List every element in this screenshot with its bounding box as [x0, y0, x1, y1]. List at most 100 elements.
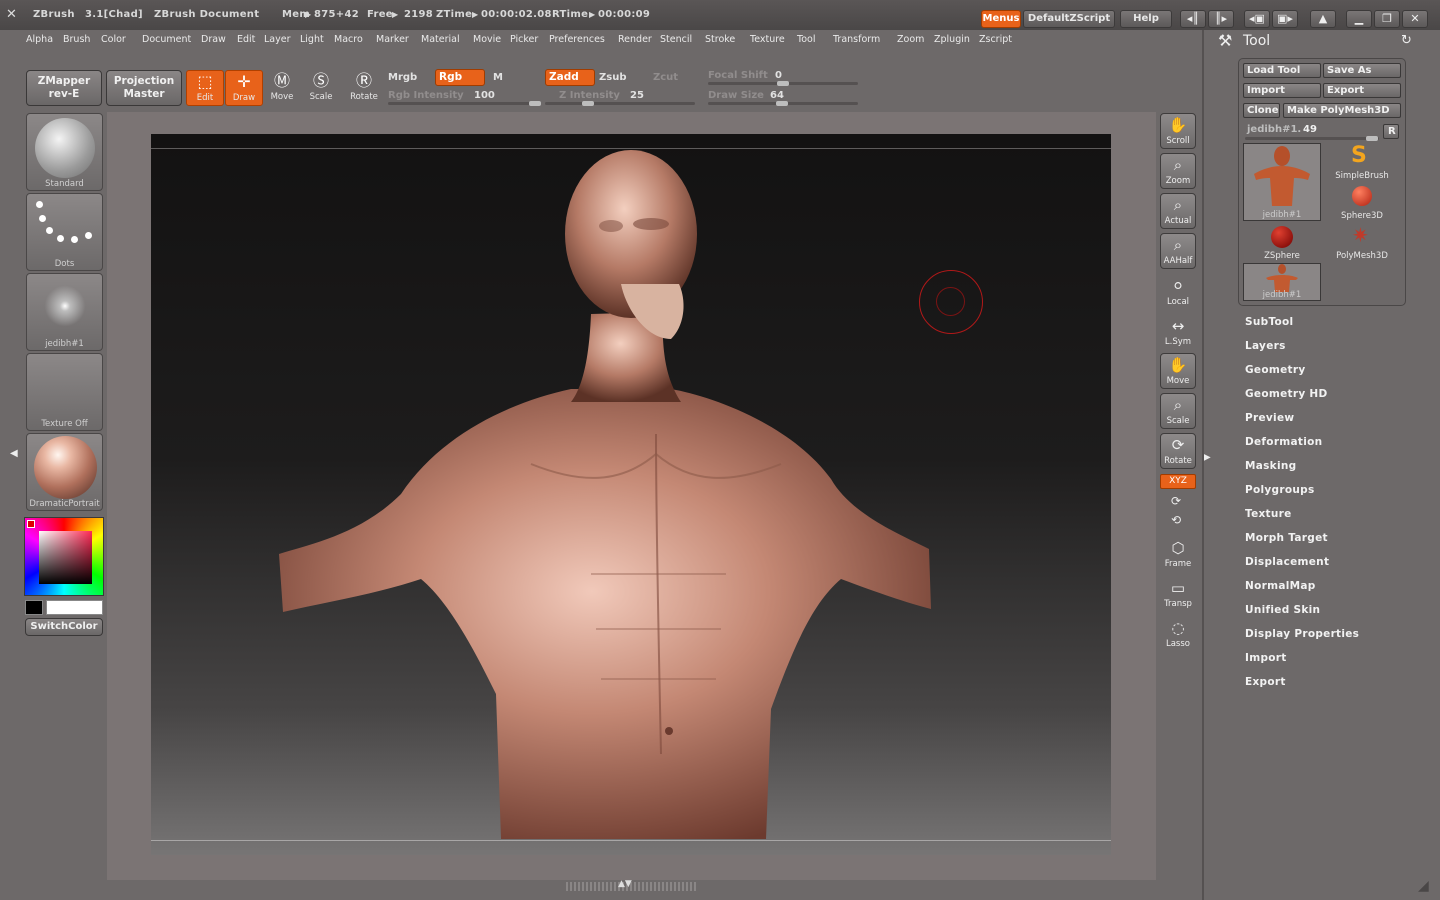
tool-thumb-polymesh3d[interactable]: ✷ PolyMesh3D — [1323, 223, 1401, 261]
subpalette-deformation[interactable]: Deformation — [1245, 436, 1322, 448]
material-slot[interactable]: DramaticPortrait — [26, 433, 103, 511]
scroll-button[interactable]: ✋ Scroll — [1160, 113, 1196, 149]
menu-zscript[interactable]: Zscript — [979, 34, 1012, 45]
subpalette-polygroups[interactable]: Polygroups — [1245, 484, 1315, 496]
menu-alpha[interactable]: Alpha — [26, 34, 53, 45]
menu-tool[interactable]: Tool — [797, 34, 815, 45]
menu-stencil[interactable]: Stencil — [660, 34, 692, 45]
rotate-view-button[interactable]: ⟳ Rotate — [1160, 433, 1196, 469]
palette-refresh-icon[interactable]: ↻ — [1401, 33, 1412, 48]
draw-size-knob[interactable] — [776, 101, 788, 106]
load-tool-button[interactable]: Load Tool — [1243, 63, 1321, 78]
rotate-z-icon[interactable]: ⟲ — [1171, 513, 1181, 527]
stroke-slot[interactable]: Dots — [26, 193, 103, 271]
frame-button[interactable]: ⬡ Frame — [1160, 537, 1196, 573]
tool-thumb-simplebrush[interactable]: S SimpleBrush — [1323, 143, 1401, 181]
menu-movie[interactable]: Movie — [473, 34, 501, 45]
tool-thumb-active[interactable]: jedibh#1 — [1243, 143, 1321, 221]
tool-slider[interactable] — [1245, 137, 1379, 140]
restore-icon[interactable]: ❐ — [1374, 10, 1400, 28]
subpalette-masking[interactable]: Masking — [1245, 460, 1296, 472]
menu-zplugin[interactable]: Zplugin — [934, 34, 970, 45]
z-intensity-slider[interactable] — [545, 102, 695, 105]
subpalette-display-properties[interactable]: Display Properties — [1245, 628, 1359, 640]
draw-button[interactable]: ✛ Draw — [225, 70, 263, 106]
menus-button[interactable]: Menus — [981, 10, 1021, 28]
menu-edit[interactable]: Edit — [237, 34, 255, 45]
color-picker-sv-square[interactable] — [39, 531, 92, 584]
rotate-y-icon[interactable]: ⟳ — [1171, 494, 1181, 508]
menu-marker[interactable]: Marker — [376, 34, 409, 45]
import-tool-button[interactable]: Import — [1243, 83, 1321, 98]
subpalette-texture[interactable]: Texture — [1245, 508, 1292, 520]
lsym-button[interactable]: ↔ L.Sym — [1160, 315, 1196, 351]
save-as-button[interactable]: Save As — [1323, 63, 1401, 78]
menu-color[interactable]: Color — [101, 34, 126, 45]
menu-light[interactable]: Light — [300, 34, 324, 45]
menu-material[interactable]: Material — [421, 34, 460, 45]
palette-left-icon[interactable]: ◂▣ — [1244, 10, 1270, 28]
rotate-button[interactable]: Ⓡ Rotate — [345, 70, 383, 106]
right-panel-toggle-icon[interactable]: ▶ — [1203, 452, 1211, 463]
subpalette-normalmap[interactable]: NormalMap — [1245, 580, 1316, 592]
move-button[interactable]: Ⓜ Move — [263, 70, 301, 106]
menu-layer[interactable]: Layer — [264, 34, 291, 45]
layout-right-icon[interactable]: ║▸ — [1208, 10, 1234, 28]
clone-button[interactable]: Clone — [1243, 103, 1280, 118]
transp-button[interactable]: ▭ Transp — [1160, 577, 1196, 613]
subpalette-export[interactable]: Export — [1245, 676, 1286, 688]
close-icon[interactable]: ✕ — [1402, 10, 1428, 28]
layout-left-icon[interactable]: ◂║ — [1180, 10, 1206, 28]
menu-macro[interactable]: Macro — [334, 34, 363, 45]
menu-texture[interactable]: Texture — [750, 34, 785, 45]
subpalette-layers[interactable]: Layers — [1245, 340, 1286, 352]
menu-draw[interactable]: Draw — [201, 34, 226, 45]
zcut-button[interactable]: Zcut — [653, 72, 678, 83]
help-button[interactable]: Help — [1120, 10, 1172, 28]
switch-color-button[interactable]: SwitchColor — [25, 618, 103, 636]
alpha-slot[interactable]: jedibh#1 — [26, 273, 103, 351]
zoom-button[interactable]: ⌕ Zoom — [1160, 153, 1196, 189]
scale-view-button[interactable]: ⌕ Scale — [1160, 393, 1196, 429]
m-button[interactable]: M — [493, 72, 503, 83]
document-canvas[interactable] — [151, 134, 1111, 855]
scale-button[interactable]: Ⓢ Scale — [302, 70, 340, 106]
subpalette-geometry[interactable]: Geometry — [1245, 364, 1305, 376]
texture-slot[interactable]: Texture Off — [26, 353, 103, 431]
menu-render[interactable]: Render — [618, 34, 652, 45]
zsub-button[interactable]: Zsub — [599, 72, 626, 83]
menu-picker[interactable]: Picker — [510, 34, 538, 45]
move-view-button[interactable]: ✋ Move — [1160, 353, 1196, 389]
menu-document[interactable]: Document — [142, 34, 191, 45]
focal-shift-knob[interactable] — [777, 81, 789, 86]
menu-preferences[interactable]: Preferences — [549, 34, 605, 45]
menu-zoom[interactable]: Zoom — [897, 34, 924, 45]
zadd-button[interactable]: Zadd — [545, 69, 595, 86]
left-panel-toggle-icon[interactable]: ◀ — [10, 448, 18, 459]
rgb-button[interactable]: Rgb — [435, 69, 485, 86]
palette-right-icon[interactable]: ▣▸ — [1272, 10, 1298, 28]
tool-slider-knob[interactable] — [1366, 136, 1378, 141]
make-polymesh-button[interactable]: Make PolyMesh3D — [1283, 103, 1401, 118]
lasso-button[interactable]: ◌ Lasso — [1160, 617, 1196, 653]
edit-button[interactable]: ⬚ Edit — [186, 70, 224, 106]
subpalette-subtool[interactable]: SubTool — [1245, 316, 1293, 328]
default-zscript-button[interactable]: DefaultZScript — [1023, 10, 1115, 28]
sculpted-torso-model[interactable] — [151, 134, 1111, 855]
tool-thumb-jedibh[interactable]: jedibh#1 — [1243, 263, 1321, 301]
canvas-scroll-handle[interactable]: ▲▼ — [566, 879, 696, 891]
primary-color-swatch[interactable] — [46, 600, 103, 615]
minimize-icon[interactable]: ▁ — [1346, 10, 1372, 28]
export-tool-button[interactable]: Export — [1323, 83, 1401, 98]
lock-icon[interactable]: ▲ — [1310, 10, 1336, 28]
menu-brush[interactable]: Brush — [63, 34, 90, 45]
rgb-intensity-slider[interactable] — [388, 102, 540, 105]
subpalette-import[interactable]: Import — [1245, 652, 1287, 664]
color-picker[interactable] — [24, 517, 104, 596]
tool-thumb-zsphere[interactable]: ZSphere — [1243, 223, 1321, 261]
mrgb-button[interactable]: Mrgb — [388, 72, 417, 83]
zmapper-button[interactable]: ZMapper rev-E — [26, 70, 102, 106]
rgb-intensity-knob[interactable] — [529, 101, 541, 106]
resize-grip-icon[interactable]: ◢ — [1418, 878, 1429, 894]
projection-master-button[interactable]: Projection Master — [106, 70, 182, 106]
